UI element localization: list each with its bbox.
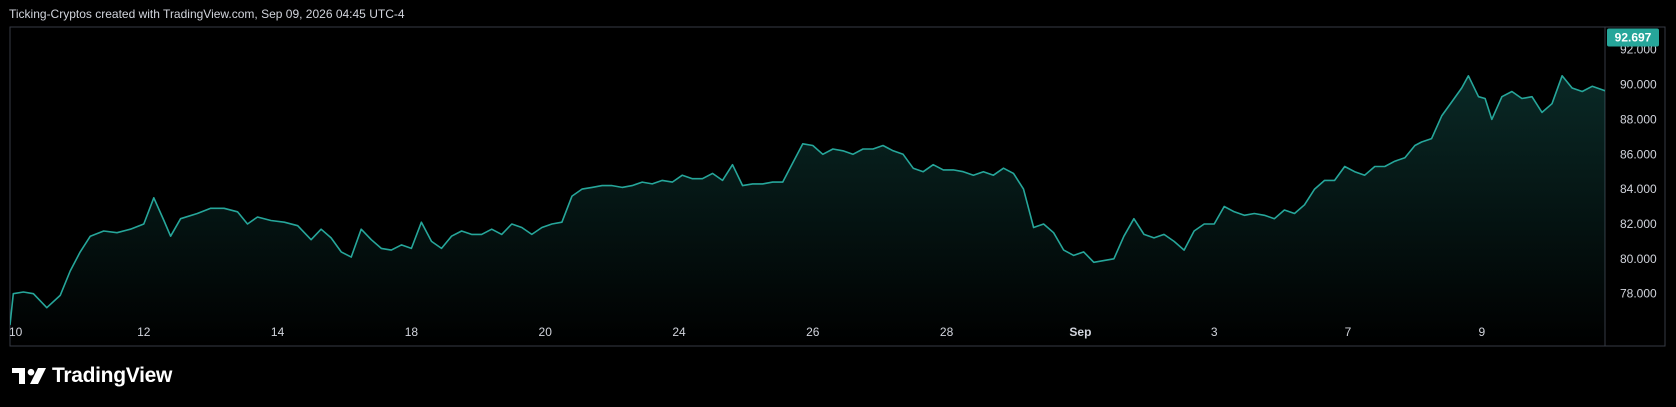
brand-name: TradingView: [52, 364, 173, 387]
y-tick-label: 86.000: [1620, 147, 1657, 161]
x-tick-label: 10: [9, 325, 23, 339]
tradingview-logo-icon: [12, 368, 46, 384]
price-axis[interactable]: 78.000 80.000 82.000 84.000 86.000 88.000 90.0…: [1620, 43, 1657, 301]
last-price-value: 92.697: [1615, 31, 1652, 45]
tradingview-brand[interactable]: TradingView: [12, 364, 172, 388]
x-tick-label: 28: [940, 325, 954, 339]
y-tick-label: 84.000: [1620, 182, 1657, 196]
y-tick-label: 90.000: [1620, 78, 1657, 92]
y-tick-label: 82.000: [1620, 217, 1657, 231]
x-tick-label: 9: [1478, 325, 1485, 339]
x-tick-label: 18: [405, 325, 419, 339]
y-tick-label: 88.000: [1620, 112, 1657, 126]
x-tick-label: Sep: [1069, 325, 1091, 339]
y-tick-label: 78.000: [1620, 287, 1657, 301]
x-tick-label: 3: [1211, 325, 1218, 339]
x-tick-label: 14: [271, 325, 285, 339]
last-price-label: 92.697: [1607, 28, 1659, 47]
x-tick-label: 7: [1345, 325, 1352, 339]
x-tick-label: 12: [137, 325, 151, 339]
price-chart[interactable]: 78.000 80.000 82.000 84.000 86.000 88.000 90.0…: [0, 0, 1676, 407]
y-tick-label: 80.000: [1620, 252, 1657, 266]
x-tick-label: 26: [806, 325, 820, 339]
chart-page: Ticking-Cryptos created with TradingView…: [0, 0, 1676, 407]
x-tick-label: 24: [672, 325, 686, 339]
series-area-fill: [10, 75, 1605, 346]
x-tick-label: 20: [539, 325, 553, 339]
plot-area: [10, 75, 1605, 346]
